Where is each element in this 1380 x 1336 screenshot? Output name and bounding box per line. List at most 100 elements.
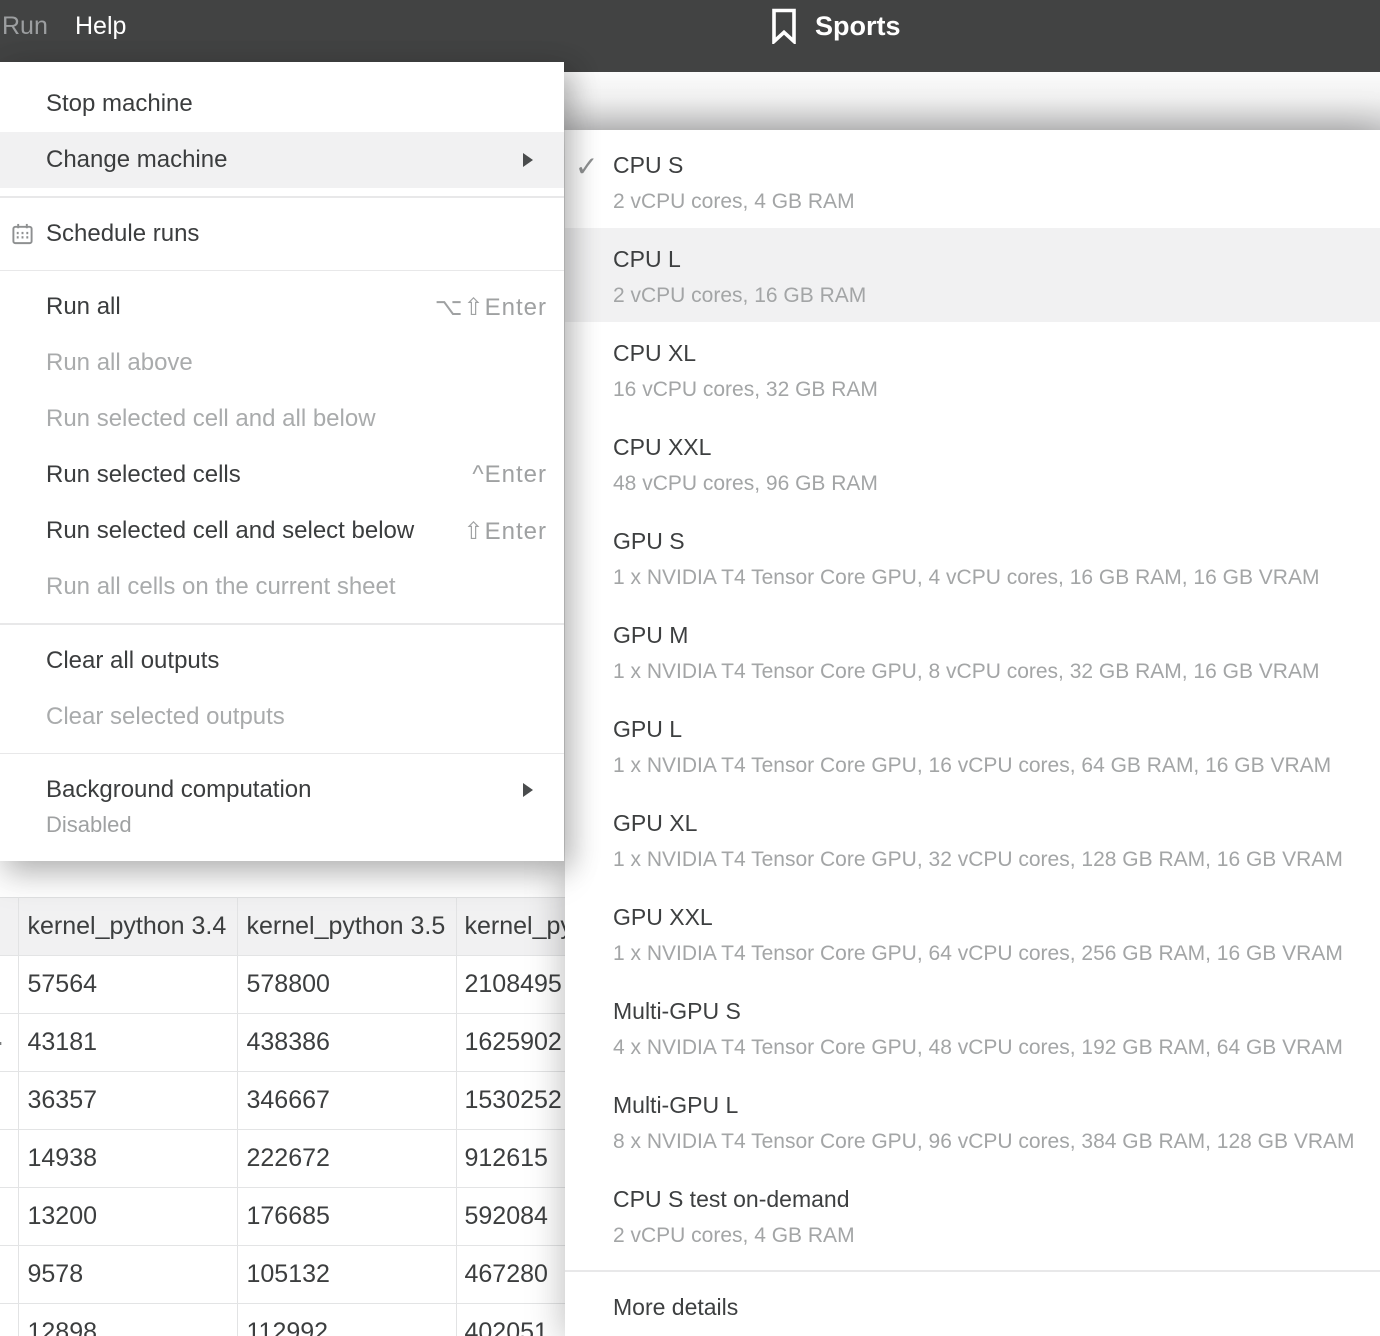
menu-item-clear-all-outputs[interactable]: Clear all outputs (0, 633, 564, 689)
menu-item-label: Stop machine (46, 90, 193, 117)
menu-item-label: Run selected cells (46, 461, 241, 488)
menu-item-subtitle: Disabled (46, 812, 132, 837)
machine-option-gpu-xl[interactable]: GPU XL 1 x NVIDIA T4 Tensor Core GPU, 32 … (565, 792, 1380, 886)
menu-item-change-machine[interactable]: Change machine (0, 132, 564, 188)
column-header-index (0, 897, 19, 956)
column-header-kernel-python-3-5: kernel_python 3.5 (237, 897, 457, 956)
app-screen: kernel_python 3.4 kernel_python 3.5 kernel… (0, 0, 1380, 1336)
menubar-item-help[interactable]: Help (75, 9, 126, 43)
calendar-icon (11, 222, 34, 245)
table-cell (0, 1129, 19, 1188)
menu-item-clear-selected-outputs: Clear selected outputs (0, 689, 564, 745)
table-cell: 12898 (18, 1303, 238, 1336)
bookmark-icon (771, 8, 797, 44)
page-title: Sports (815, 11, 901, 41)
machine-option-spec: 8 x NVIDIA T4 Tensor Core GPU, 96 vCPU c… (613, 1130, 1355, 1153)
table-cell: 13200 (18, 1187, 238, 1246)
machine-option-cpu-s-test-on-demand[interactable]: CPU S test on-demand 2 vCPU cores, 4 GB R… (565, 1168, 1380, 1262)
menu-item-label: Clear selected outputs (46, 702, 285, 730)
menu-divider (0, 752, 564, 754)
machine-option-spec: 1 x NVIDIA T4 Tensor Core GPU, 16 vCPU c… (613, 754, 1332, 777)
table-cell (0, 1303, 19, 1336)
menu-item-label: Run all (46, 293, 121, 320)
menu-item-run-selected-cell-and-select-below[interactable]: Run selected cell and select below ⇧Enter (0, 503, 564, 559)
table-cell: 14938 (18, 1129, 238, 1188)
menu-item-run-all[interactable]: Run all ⌥⇧Enter (0, 279, 564, 335)
menu-item-label: Clear all outputs (46, 646, 220, 674)
clipped-cell-fragment: - (0, 1028, 2, 1057)
machine-option-spec: 2 vCPU cores, 16 GB RAM (613, 284, 867, 307)
checkmark-icon: ✓ (575, 151, 599, 182)
table-cell: - (0, 1013, 19, 1072)
machine-option-label: GPU M (613, 622, 689, 648)
menu-item-stop-machine[interactable]: Stop machine (0, 76, 564, 132)
shortcut-hint: ^Enter (472, 461, 547, 488)
machine-option-multi-gpu-s[interactable]: Multi-GPU S 4 x NVIDIA T4 Tensor Core GPU… (565, 980, 1380, 1074)
machine-option-label: CPU S (613, 152, 684, 178)
machine-option-label: CPU XXL (613, 434, 712, 460)
table-cell: 222672 (237, 1129, 457, 1188)
menu-item-label: Schedule runs (46, 219, 200, 247)
menu-item-schedule-runs[interactable]: Schedule runs (0, 206, 564, 262)
table-cell: 578800 (237, 955, 457, 1014)
table-cell: 176685 (237, 1187, 457, 1246)
notebook-title[interactable]: Sports (771, 4, 901, 48)
submenu-arrow-icon (523, 153, 533, 167)
run-menu: Stop machine Change machine Schedule runs R… (0, 62, 564, 861)
menu-divider (0, 269, 564, 271)
menu-item-run-selected-cells[interactable]: Run selected cells ^Enter (0, 447, 564, 503)
machine-option-label: CPU L (613, 246, 681, 272)
table-cell: 438386 (237, 1013, 457, 1072)
table-cell (0, 1245, 19, 1304)
table-cell: 105132 (237, 1245, 457, 1304)
machine-option-cpu-l[interactable]: CPU L 2 vCPU cores, 16 GB RAM (565, 228, 1380, 322)
machine-option-gpu-s[interactable]: GPU S 1 x NVIDIA T4 Tensor Core GPU, 4 vC… (565, 510, 1380, 604)
machine-option-spec: 1 x NVIDIA T4 Tensor Core GPU, 64 vCPU c… (613, 942, 1343, 965)
machine-option-spec: 4 x NVIDIA T4 Tensor Core GPU, 48 vCPU c… (613, 1036, 1343, 1059)
machine-option-spec: 2 vCPU cores, 4 GB RAM (613, 1224, 855, 1247)
machine-option-cpu-xxl[interactable]: CPU XXL 48 vCPU cores, 96 GB RAM (565, 416, 1380, 510)
menu-item-run-all-above: Run all above (0, 335, 564, 391)
shortcut-hint: ⇧Enter (463, 517, 547, 545)
menu-item-label: Run selected cell and all below (46, 405, 376, 432)
menu-divider (0, 623, 564, 625)
content-shadow-strip (564, 72, 1380, 130)
machine-option-label: GPU XXL (613, 904, 713, 930)
menu-item-label: Run selected cell and select below (46, 517, 415, 544)
table-cell: 43181 (18, 1013, 238, 1072)
menu-item-background-computation[interactable]: Background computation Disabled (0, 762, 564, 840)
table-cell: 9578 (18, 1245, 238, 1304)
machine-option-spec: 1 x NVIDIA T4 Tensor Core GPU, 8 vCPU co… (613, 660, 1320, 683)
machine-option-label: CPU S test on-demand (613, 1186, 850, 1212)
machine-option-spec: 2 vCPU cores, 4 GB RAM (613, 190, 855, 213)
machine-option-cpu-s[interactable]: ✓ CPU S 2 vCPU cores, 4 GB RAM (565, 134, 1380, 228)
machine-option-cpu-xl[interactable]: CPU XL 16 vCPU cores, 32 GB RAM (565, 322, 1380, 416)
machine-option-gpu-xxl[interactable]: GPU XXL 1 x NVIDIA T4 Tensor Core GPU, 64… (565, 886, 1380, 980)
machine-option-gpu-m[interactable]: GPU M 1 x NVIDIA T4 Tensor Core GPU, 8 vC… (565, 604, 1380, 698)
table-cell (0, 1187, 19, 1246)
machine-option-spec: 16 vCPU cores, 32 GB RAM (613, 378, 878, 401)
machine-option-spec: 1 x NVIDIA T4 Tensor Core GPU, 4 vCPU co… (613, 566, 1320, 589)
table-cell: 36357 (18, 1071, 238, 1130)
more-details-item[interactable]: More details (565, 1272, 1380, 1324)
machine-option-label: GPU L (613, 716, 683, 742)
table-cell: 57564 (18, 955, 238, 1014)
machine-option-label: Multi-GPU L (613, 1092, 739, 1118)
menu-item-label: Change machine (46, 146, 228, 173)
machine-submenu: ✓ CPU S 2 vCPU cores, 4 GB RAM CPU L 2 vCPU … (565, 130, 1380, 1336)
machine-option-gpu-l[interactable]: GPU L 1 x NVIDIA T4 Tensor Core GPU, 16 v… (565, 698, 1380, 792)
shortcut-hint: ⌥⇧Enter (434, 293, 547, 321)
table-cell (0, 955, 19, 1014)
menubar-item-run[interactable]: Run (2, 9, 48, 43)
table-cell: 112992 (237, 1303, 457, 1336)
column-header-kernel-python-3-4: kernel_python 3.4 (18, 897, 238, 956)
machine-option-spec: 48 vCPU cores, 96 GB RAM (613, 472, 878, 495)
menu-divider (0, 196, 564, 198)
menu-item-run-selected-cell-and-all-below: Run selected cell and all below (0, 391, 564, 447)
machine-option-label: GPU XL (613, 810, 698, 836)
submenu-arrow-icon (523, 783, 533, 797)
machine-option-label: Multi-GPU S (613, 998, 741, 1024)
menu-item-label: Background computation (46, 776, 312, 803)
machine-option-multi-gpu-l[interactable]: Multi-GPU L 8 x NVIDIA T4 Tensor Core GPU… (565, 1074, 1380, 1168)
machine-option-spec: 1 x NVIDIA T4 Tensor Core GPU, 32 vCPU c… (613, 848, 1343, 871)
